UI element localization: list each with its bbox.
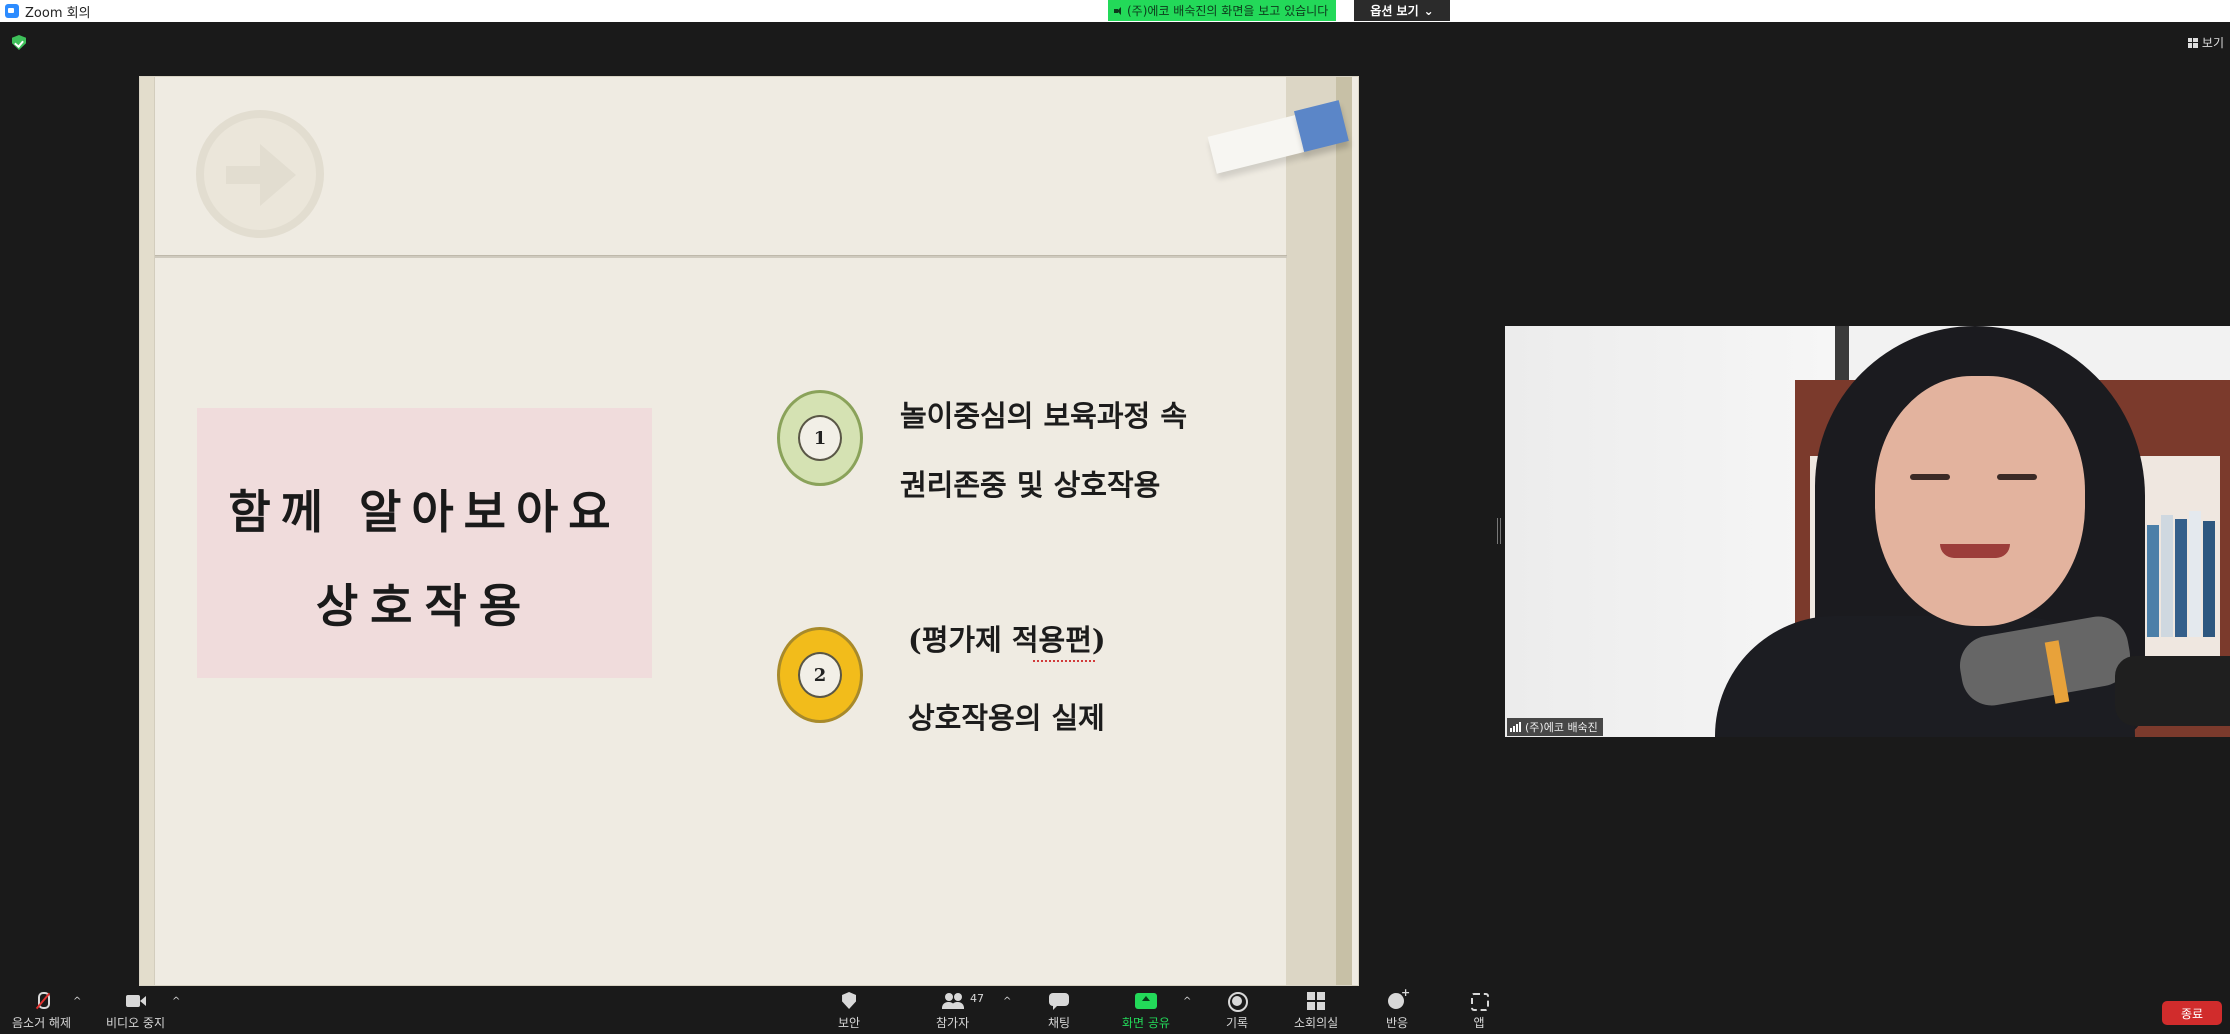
item-text-line: 상호작용의 실제 [908,701,1105,735]
chevron-down-icon: ⌄ [1423,3,1434,18]
slide-title-line2: 상호작용 [315,579,534,633]
zoom-meeting-window: Zoom 회의 (주)에코 배숙진의 화면을 보고 있습니다 옵션 보기 ⌄ 보… [0,0,2230,1034]
signal-strength-icon [1510,722,1521,732]
screen-share-banner: (주)에코 배숙진의 화면을 보고 있습니다 [1108,0,1337,21]
record-label: 기록 [1226,1016,1249,1030]
security-shield-icon [838,991,860,1011]
slide-title-box: 함께 알아보아요 상호작용 [197,408,652,678]
reaction-emoji-icon [1386,986,1410,1011]
participants-icon [941,991,964,1011]
end-meeting-label: 종료 [2180,1006,2204,1021]
audio-options-caret-icon[interactable]: ^ [73,996,81,1007]
participant-name: (주)에코 배숙진 [1525,721,1598,734]
stop-video-button[interactable]: 비디오 중지 [106,990,165,1034]
apps-button[interactable]: 앱 [1468,990,1490,1034]
unmute-label: 음소거 해제 [12,1016,72,1030]
share-options-caret-icon[interactable]: ^ [1183,996,1191,1007]
spellcheck-underline [1033,657,1095,662]
gallery-grid-icon [2187,37,2198,48]
video-options-caret-icon[interactable]: ^ [172,996,180,1007]
zoom-logo-icon [5,4,19,18]
arrow-right-icon [196,110,324,238]
item-number-badge: 2 [777,627,863,723]
reactions-label: 반응 [1386,1016,1409,1030]
share-screen-button[interactable]: 화면 공유 [1122,990,1170,1034]
breakout-rooms-label: 소회의실 [1294,1016,1339,1030]
shared-screen-slide: 함께 알아보아요 상호작용 1 놀이중심의 보육과정 속 권리존중 및 상호작용… [139,76,1359,986]
video-camera-icon [125,991,147,1011]
window-title: Zoom 회의 [25,5,91,21]
slide-side-band [1286,77,1336,985]
participants-button[interactable]: 참가자 [936,990,969,1034]
end-meeting-button[interactable]: 종료 [2162,1001,2222,1025]
participants-label: 참가자 [936,1016,970,1030]
slide-side-band-dark [1336,77,1352,985]
share-screen-label: 화면 공유 [1122,1016,1170,1030]
participant-name-label: (주)에코 배숙진 [1507,718,1603,736]
microphone-muted-icon [31,991,53,1011]
stop-video-label: 비디오 중지 [106,1016,166,1030]
record-button[interactable]: 기록 [1226,990,1248,1034]
chat-label: 채팅 [1048,1016,1071,1030]
chat-button[interactable]: 채팅 [1048,990,1070,1034]
breakout-rooms-button[interactable]: 소회의실 [1294,990,1338,1034]
view-toggle-label: 보기 [2201,36,2224,50]
participant-video-tile[interactable]: (주)에코 배숙진 [1505,326,2230,737]
item-text-line: 권리존중 및 상호작용 [900,468,1161,502]
unmute-button[interactable]: 음소거 해제 [12,990,71,1034]
record-icon [1226,991,1249,1012]
reactions-button[interactable]: 반응 [1386,986,1410,1034]
meeting-controls-toolbar: 음소거 해제 ^ 비디오 중지 ^ 보안 참가자 47 ^ 채팅 화면 공유 ^ [0,986,2230,1034]
share-screen-icon [1134,991,1157,1011]
speaker-icon [1114,6,1124,16]
item-text-line: 놀이중심의 보육과정 속 [900,399,1187,433]
chat-bubble-icon [1048,991,1070,1011]
participants-options-caret-icon[interactable]: ^ [1003,996,1011,1007]
item-text-line: (평가제 적용편) [908,623,1106,657]
participants-count: 47 [970,992,984,1005]
encryption-shield-icon[interactable] [12,35,26,50]
item-number-badge: 1 [777,390,863,486]
item-number: 1 [798,415,842,461]
apps-label: 앱 [1473,1016,1485,1030]
security-label: 보안 [838,1016,861,1030]
apps-icon [1468,991,1490,1011]
panel-resize-handle[interactable] [1497,518,1501,544]
share-banner-text: (주)에코 배숙진의 화면을 보고 있습니다 [1127,4,1329,18]
item-number: 2 [798,652,842,698]
slide-title-line1: 함께 알아보아요 [228,485,621,539]
view-toggle-button[interactable]: 보기 [2187,34,2224,51]
view-options-label: 옵션 보기 [1370,4,1419,18]
security-button[interactable]: 보안 [838,990,860,1034]
view-options-button[interactable]: 옵션 보기 ⌄ [1354,0,1450,21]
slide-frame-decoration [140,77,155,985]
breakout-rooms-icon [1305,991,1327,1011]
slide-header-divider [155,255,1287,258]
